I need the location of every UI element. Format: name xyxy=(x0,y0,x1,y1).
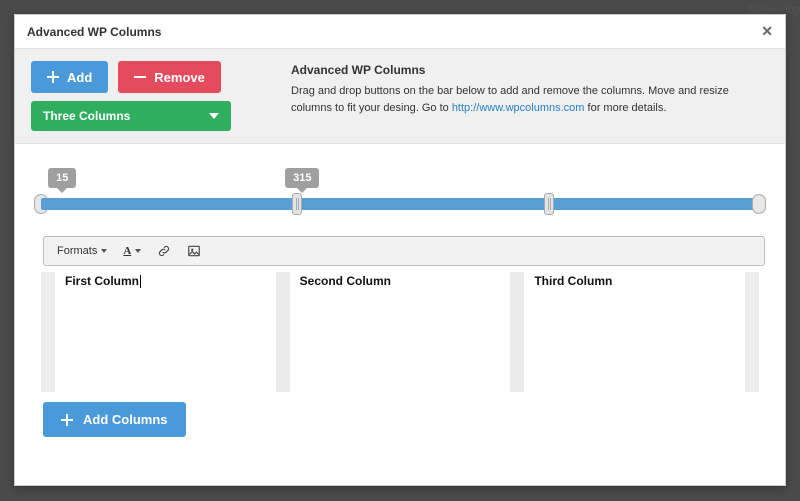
workspace: 15 315 Formats A First Colu xyxy=(15,144,785,485)
toolbar-left: Add Remove Three Columns xyxy=(31,61,241,131)
column-label: First Column xyxy=(65,274,139,288)
intro-link[interactable]: http://www.wpcolumns.com xyxy=(452,102,585,114)
column-label: Second Column xyxy=(300,274,391,288)
column-gutter xyxy=(510,272,524,392)
columns-preset-select[interactable]: Three Columns xyxy=(31,101,231,131)
text-color-icon: A xyxy=(123,245,131,257)
intro-text-after: for more details. xyxy=(588,102,667,114)
column-gutter xyxy=(745,272,759,392)
columns-preview: First Column Second Column Third Column xyxy=(41,272,759,392)
slider-marker: 315 xyxy=(285,168,319,188)
slider-handle[interactable] xyxy=(292,193,302,215)
column-editor[interactable]: Third Column xyxy=(524,272,745,392)
link-icon xyxy=(157,244,171,258)
column-editor[interactable]: Second Column xyxy=(290,272,511,392)
add-columns-label: Add Columns xyxy=(83,412,168,427)
close-icon[interactable]: ✕ xyxy=(761,23,773,40)
plus-icon xyxy=(47,71,59,83)
button-row: Add Remove xyxy=(31,61,241,93)
column-editor[interactable]: First Column xyxy=(55,272,276,392)
slider-track xyxy=(41,198,759,210)
dialog-title: Advanced WP Columns xyxy=(27,25,161,39)
toolbar-area: Add Remove Three Columns Advanced WP Col… xyxy=(15,49,785,144)
add-button[interactable]: Add xyxy=(31,61,108,93)
columns-preset-label: Three Columns xyxy=(43,109,130,123)
image-icon xyxy=(187,244,201,258)
column-width-slider[interactable]: 15 315 xyxy=(41,176,759,226)
intro-heading: Advanced WP Columns xyxy=(291,61,769,79)
remove-button[interactable]: Remove xyxy=(118,61,221,93)
formats-dropdown[interactable]: Formats xyxy=(50,241,114,261)
dialog-titlebar: Advanced WP Columns ✕ xyxy=(15,15,785,49)
intro-paragraph: Drag and drop buttons on the bar below t… xyxy=(291,83,769,116)
text-caret xyxy=(140,275,141,288)
remove-button-label: Remove xyxy=(154,70,205,85)
add-columns-button[interactable]: Add Columns xyxy=(43,402,186,437)
formats-label: Formats xyxy=(57,245,97,257)
plus-icon xyxy=(61,414,73,426)
chevron-down-icon xyxy=(209,113,219,119)
editor-toolbar: Formats A xyxy=(43,236,765,266)
chevron-down-icon xyxy=(101,249,107,253)
text-color-button[interactable]: A xyxy=(116,241,148,261)
slider-end-right[interactable] xyxy=(752,194,766,214)
add-button-label: Add xyxy=(67,70,92,85)
minus-icon xyxy=(134,71,146,83)
slider-handle[interactable] xyxy=(544,193,554,215)
column-gutter xyxy=(276,272,290,392)
column-label: Third Column xyxy=(534,274,612,288)
slider-marker: 15 xyxy=(48,168,76,188)
footer: Add Columns xyxy=(35,392,765,453)
intro-text: Advanced WP Columns Drag and drop button… xyxy=(291,61,769,131)
image-button[interactable] xyxy=(180,240,208,262)
chevron-down-icon xyxy=(135,249,141,253)
dialog: Advanced WP Columns ✕ Add Remove Three C… xyxy=(14,14,786,486)
column-gutter xyxy=(41,272,55,392)
link-button[interactable] xyxy=(150,240,178,262)
